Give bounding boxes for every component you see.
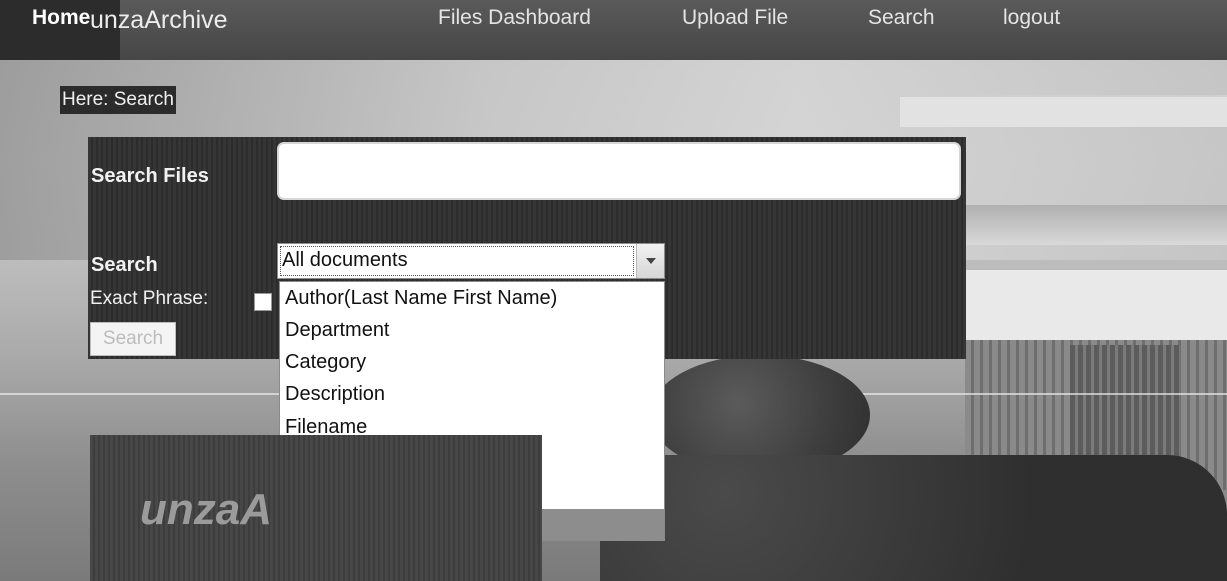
search-type-label: Search	[91, 254, 158, 276]
breadcrumb: Here: Search	[60, 86, 176, 114]
background-building-roof	[900, 95, 1227, 127]
background-hedge	[600, 455, 1227, 581]
background-door	[1070, 345, 1180, 465]
chevron-down-icon[interactable]	[636, 244, 664, 278]
logo-text: unzaA	[140, 485, 272, 534]
dropdown-option-description[interactable]: Description	[280, 378, 664, 410]
background-wall	[965, 270, 1227, 340]
exact-phrase-checkbox[interactable]	[254, 293, 272, 311]
exact-phrase-label: Exact Phrase:	[90, 288, 209, 309]
search-files-label: Search Files	[91, 165, 209, 187]
search-button[interactable]: Search	[90, 322, 176, 356]
nav-item-home-label: Home	[32, 6, 91, 29]
search-type-select[interactable]: All documents	[277, 243, 665, 279]
dropdown-option-category[interactable]: Category	[280, 346, 664, 378]
nav-item-search[interactable]: Search	[868, 6, 935, 30]
dropdown-option-department[interactable]: Department	[280, 314, 664, 346]
nav-item-upload-file[interactable]: Upload File	[682, 6, 788, 30]
select-focus-ring	[280, 246, 634, 276]
nav-item-files-dashboard[interactable]: Files Dashboard	[438, 6, 591, 30]
search-input[interactable]	[277, 142, 961, 200]
nav-item-logout[interactable]: logout	[1003, 6, 1060, 30]
brand-logo[interactable]: unzaArchive	[90, 6, 228, 35]
dropdown-option-author[interactable]: Author(Last Name First Name)	[280, 282, 664, 314]
top-nav: unzaArchive Home Files Dashboard Upload …	[0, 0, 1227, 60]
